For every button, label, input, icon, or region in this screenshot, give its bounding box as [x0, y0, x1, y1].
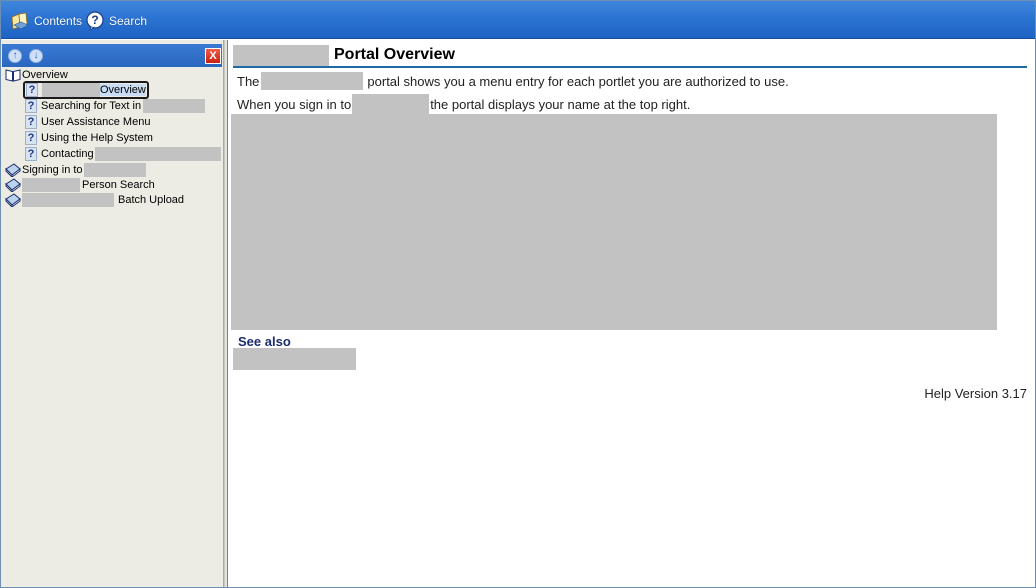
help-version-text: Help Version 3.17	[924, 386, 1027, 401]
topic-question-icon: ?	[25, 147, 37, 161]
topic-title-row: Portal Overview	[233, 44, 1027, 68]
toc-topic-using-help[interactable]: ? Using the Help System	[25, 130, 153, 146]
contents-label: Contents	[34, 14, 83, 28]
toc-topic-label: Overview	[100, 84, 146, 96]
toc-topic-label: Searching for Text in	[41, 100, 142, 112]
close-pane-icon[interactable]: X	[205, 48, 221, 64]
closed-book-icon	[4, 193, 22, 207]
redacted-text	[42, 83, 100, 97]
toc-topic-contacting[interactable]: ? Contacting	[25, 146, 221, 162]
selected-topic-frame: ? Overview	[23, 81, 149, 99]
intro-paragraph: The portal shows you a menu entry for ea…	[237, 72, 789, 90]
para-text: the portal displays your name at the top…	[430, 96, 691, 112]
topic-content-pane: Portal Overview The portal shows you a m…	[229, 40, 1035, 587]
previous-topic-arrow-icon[interactable]: ↑	[8, 49, 22, 63]
search-label: Search	[109, 14, 148, 28]
help-window: Contents ? Search ↑ ↓ X Overview ? Overv…	[0, 0, 1036, 588]
open-book-icon	[4, 68, 22, 82]
redacted-text	[94, 147, 221, 161]
topic-question-icon: ?	[26, 83, 38, 97]
closed-book-icon	[4, 163, 22, 177]
toc-book-person-search[interactable]: Person Search	[4, 177, 155, 193]
topic-question-icon: ?	[25, 99, 37, 113]
redacted-text	[143, 99, 206, 113]
toc-topic-product-overview[interactable]: ? Overview	[23, 81, 149, 99]
toc-topic-label: Using the Help System	[41, 132, 153, 144]
redacted-text	[83, 163, 146, 177]
topic-question-icon: ?	[25, 131, 37, 145]
toc-topic-user-assistance[interactable]: ? User Assistance Menu	[25, 114, 150, 130]
para-text: portal shows you a menu entry for each p…	[367, 73, 789, 89]
para-text: When you sign in to	[237, 96, 352, 112]
redacted-text	[352, 94, 430, 114]
page-title: Portal Overview	[334, 46, 455, 63]
redacted-text	[261, 72, 364, 90]
see-also-link-redacted[interactable]	[233, 348, 356, 370]
toc-book-signing-in[interactable]: Signing in to	[4, 162, 146, 178]
para-text: The	[237, 73, 260, 89]
svg-text:?: ?	[91, 13, 98, 27]
help-question-icon: ?	[85, 11, 105, 31]
toc-book-label: Person Search	[82, 179, 155, 191]
redacted-text	[233, 44, 329, 66]
toc-book-batch-upload[interactable]: Batch Upload	[4, 192, 184, 208]
toc-pane: ↑ ↓ X Overview ? Overview ? Searching fo…	[1, 40, 224, 587]
redacted-image-block	[231, 114, 997, 330]
toc-pane-header: ↑ ↓ X	[2, 44, 222, 67]
closed-book-icon	[4, 178, 22, 192]
toc-book-overview-label: Overview	[22, 69, 68, 81]
contents-book-icon	[10, 11, 30, 31]
redacted-text	[22, 193, 114, 207]
pane-splitter[interactable]	[224, 40, 228, 587]
redacted-text	[22, 178, 80, 192]
toc-topic-searching[interactable]: ? Searching for Text in	[25, 98, 206, 114]
toc-book-label: Batch Upload	[118, 194, 185, 206]
next-topic-arrow-icon[interactable]: ↓	[29, 49, 43, 63]
search-button[interactable]: ? Search	[85, 10, 147, 32]
toc-book-label: Signing in to	[22, 164, 83, 176]
see-also-heading: See also	[238, 334, 291, 349]
signin-paragraph: When you sign in to the portal displays …	[237, 94, 691, 114]
toc-topic-label: Contacting	[41, 148, 94, 160]
help-toolbar: Contents ? Search	[1, 1, 1035, 39]
topic-question-icon: ?	[25, 115, 37, 129]
contents-button[interactable]: Contents	[10, 10, 82, 32]
toc-topic-label: User Assistance Menu	[41, 116, 151, 128]
